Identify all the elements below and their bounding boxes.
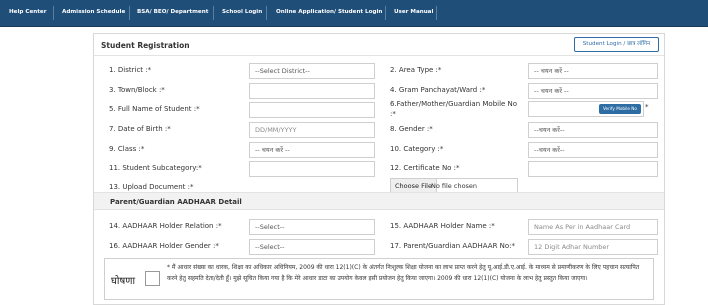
mobile-label-required: :* <box>390 110 396 118</box>
town-block-label: 3. Town/Block :* <box>109 86 165 94</box>
gram-panchayat-label: 4. Gram Panchayat/Ward :* <box>390 86 486 94</box>
aadhaar-gender-label: 16. AADHAAR Holder Gender :* <box>109 242 219 250</box>
registration-panel: Student Registration Student Login / छात… <box>93 33 665 305</box>
student-login-button[interactable]: Student Login / छात्र लॉगिन <box>574 37 659 52</box>
certificate-input[interactable] <box>528 161 658 177</box>
aadhaar-number-label: 17. Parent/Guardian AADHAAR No:* <box>390 242 516 250</box>
aadhaar-relation-label: 14. AADHAAR Holder Relation :* <box>109 222 222 230</box>
aadhaar-name-input[interactable]: Name As Per in Aadhaar Card <box>528 219 658 235</box>
nav-divider <box>266 6 267 20</box>
page-title: Student Registration <box>101 41 190 50</box>
nav-bsa-beo-department[interactable]: BSA/ BEO/ Department <box>137 9 208 15</box>
nav-divider <box>129 6 130 20</box>
declaration-box: घोषणा * मैं आधार संख्या का धारक, शिक्षा … <box>104 258 654 300</box>
dob-input[interactable]: DD/MM/YYYY <box>249 122 375 138</box>
nav-school-login[interactable]: School Login <box>222 9 262 15</box>
class-select[interactable]: -- चयन करें -- <box>249 142 375 158</box>
nav-admission-schedule[interactable]: Admission Schedule <box>62 9 125 15</box>
nav-user-manual[interactable]: User Manual <box>394 9 433 15</box>
top-navbar: Help Center Admission Schedule BSA/ BEO/… <box>0 0 708 27</box>
nav-help-center[interactable]: Help Center <box>9 9 46 15</box>
subcategory-label: 11. Student Subcategory:* <box>109 164 202 172</box>
gram-panchayat-select[interactable]: -- चयन करें -- <box>528 83 658 99</box>
subcategory-select[interactable] <box>249 161 375 177</box>
student-name-input[interactable] <box>249 102 375 118</box>
gender-label: 8. Gender :* <box>390 125 433 133</box>
area-type-label: 2. Area Type :* <box>390 66 442 74</box>
district-label: 1. District :* <box>109 66 152 74</box>
declaration-heading: घोषणा <box>111 276 136 287</box>
category-select[interactable]: --चयन करें-- <box>528 142 658 158</box>
mobile-label: 6.Father/Mother/Guardian Mobile No <box>390 100 518 108</box>
dob-label: 7. Date of Birth :* <box>109 125 171 133</box>
class-label: 9. Class :* <box>109 145 145 153</box>
nav-divider <box>436 6 437 20</box>
area-type-select[interactable]: -- चयन करें -- <box>528 63 658 79</box>
student-name-label: 5. Full Name of Student :* <box>109 105 200 113</box>
nav-online-application[interactable]: Online Application/ Student Login <box>276 9 382 15</box>
declaration-checkbox[interactable] <box>145 271 160 286</box>
nav-divider <box>53 6 54 20</box>
aadhaar-gender-select[interactable]: --Select-- <box>249 239 375 255</box>
district-select[interactable]: --Select District-- <box>249 63 375 79</box>
aadhaar-section-header: Parent/Guardian AADHAAR Detail <box>94 192 664 210</box>
aadhaar-name-label: 15. AADHAAR Holder Name :* <box>390 222 495 230</box>
upload-label: 13. Upload Document :* <box>109 183 194 191</box>
file-status: No file chosen <box>431 182 478 190</box>
category-label: 10. Category :* <box>390 145 444 153</box>
declaration-text: * मैं आधार संख्या का धारक, शिक्षा का अधि… <box>167 264 640 282</box>
nav-divider <box>213 6 214 20</box>
gender-select[interactable]: --चयन करें-- <box>528 122 658 138</box>
aadhaar-relation-select[interactable]: --Select-- <box>249 219 375 235</box>
nav-divider <box>385 6 386 20</box>
verify-mobile-button[interactable]: Verify Mobile No <box>599 104 641 114</box>
panel-header: Student Registration Student Login / छात… <box>94 34 664 56</box>
certificate-label: 12. Certificate No :* <box>390 164 460 172</box>
aadhaar-number-input[interactable]: 12 Digit Adhar Number <box>528 239 658 255</box>
aadhaar-section-title: Parent/Guardian AADHAAR Detail <box>110 198 242 206</box>
town-block-select[interactable] <box>249 83 375 99</box>
required-marker: * <box>645 103 649 111</box>
